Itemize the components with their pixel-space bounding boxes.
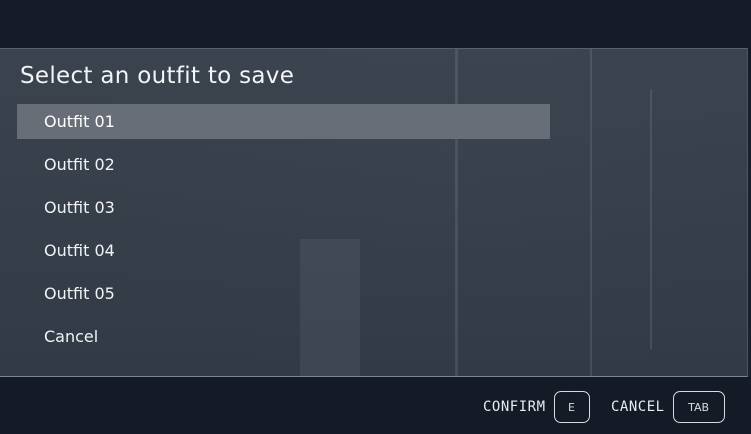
outfit-save-dialog: Select an outfit to save Outfit 01 Outfi…	[0, 48, 748, 377]
cancel-key-tab: TAB	[672, 391, 725, 423]
confirm-button[interactable]: CONFIRM E	[483, 391, 590, 423]
cancel-button[interactable]: CANCEL TAB	[611, 391, 725, 423]
option-outfit-02[interactable]: Outfit 02	[17, 147, 550, 182]
option-outfit-05[interactable]: Outfit 05	[17, 276, 550, 311]
cancel-label: CANCEL	[611, 399, 665, 415]
confirm-label: CONFIRM	[483, 399, 546, 415]
option-outfit-04[interactable]: Outfit 04	[17, 233, 550, 268]
top-bar	[0, 0, 751, 48]
option-outfit-03[interactable]: Outfit 03	[17, 190, 550, 225]
confirm-key-e: E	[553, 391, 590, 423]
dialog-title: Select an outfit to save	[20, 63, 295, 89]
control-hints-bar: CONFIRM E CANCEL TAB	[0, 377, 751, 434]
option-cancel[interactable]: Cancel	[17, 319, 550, 354]
option-outfit-01[interactable]: Outfit 01	[17, 104, 550, 139]
outfit-options-list: Outfit 01 Outfit 02 Outfit 03 Outfit 04 …	[17, 104, 550, 362]
